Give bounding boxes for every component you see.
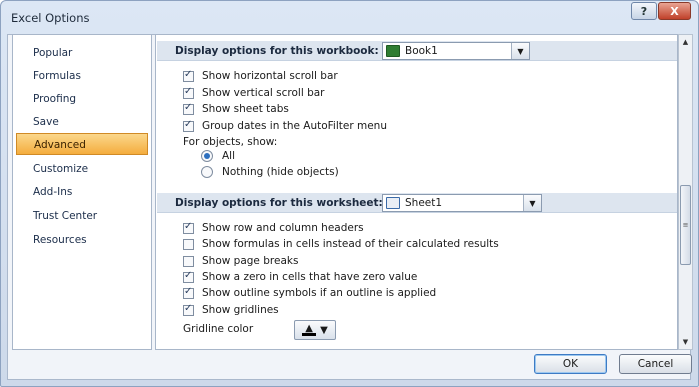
option-label: Show a zero in cells that have zero valu… [202,271,418,283]
nav-item-advanced[interactable]: Advanced [16,133,148,155]
worksheet-section-label: Display options for this worksheet: [175,197,383,209]
options-scrollbar[interactable]: ▲ ≡ ▼ [678,34,693,350]
advanced-options-panel: Display options for this workbook: Book1… [155,34,678,350]
option-row-column-headers[interactable]: Show row and column headers [183,220,364,236]
checkbox[interactable] [183,286,194,299]
excel-workbook-icon [386,45,400,57]
cancel-button[interactable]: Cancel [619,354,692,374]
radio-objects-nothing[interactable]: Nothing (hide objects) [201,164,339,180]
option-group-dates[interactable]: Group dates in the AutoFilter menu [183,118,387,134]
nav-item-customize[interactable]: Customize [16,158,148,180]
option-vertical-scroll-bar[interactable]: Show vertical scroll bar [183,85,325,101]
dialog-title: Excel Options [11,11,90,25]
help-button[interactable]: ? [631,2,657,20]
checkbox[interactable] [183,102,194,115]
workbook-select[interactable]: Book1 ▼ [382,42,530,60]
option-sheet-tabs[interactable]: Show sheet tabs [183,101,289,117]
option-label: Show horizontal scroll bar [202,70,338,82]
option-label: Show row and column headers [202,222,364,234]
option-label: Show page breaks [202,255,299,267]
nav-item-add-ins[interactable]: Add-Ins [16,181,148,203]
chevron-down-icon[interactable]: ▼ [523,195,541,211]
radio-button[interactable] [201,150,213,162]
option-zero-values[interactable]: Show a zero in cells that have zero valu… [183,269,417,285]
nav-item-popular[interactable]: Popular [16,42,148,64]
worksheet-icon [386,197,400,209]
close-button[interactable]: X [658,2,691,20]
ok-button[interactable]: OK [534,354,607,374]
checkbox[interactable] [183,119,194,132]
option-gridlines[interactable]: Show gridlines [183,302,279,318]
checkbox[interactable] [183,270,194,283]
option-horizontal-scroll-bar[interactable]: Show horizontal scroll bar [183,68,338,84]
nav-item-trust-center[interactable]: Trust Center [16,205,148,227]
scroll-down-arrow-icon[interactable]: ▼ [679,335,692,349]
radio-label: All [222,150,236,162]
chevron-down-icon: ▼ [320,324,328,336]
title-bar[interactable]: Excel Options ? X [1,1,698,35]
scroll-up-arrow-icon[interactable]: ▲ [679,35,692,49]
option-outline-symbols[interactable]: Show outline symbols if an outline is ap… [183,285,436,301]
workbook-section-label: Display options for this workbook: [175,45,379,57]
worksheet-display-section-header: Display options for this worksheet: Shee… [157,193,677,213]
options-category-list: Popular Formulas Proofing Save Advanced … [12,34,152,350]
objects-show-label: For objects, show: [183,136,278,148]
nav-item-formulas[interactable]: Formulas [16,65,148,87]
nav-item-resources[interactable]: Resources [16,229,148,251]
nav-item-proofing[interactable]: Proofing [16,88,148,110]
option-label: Show outline symbols if an outline is ap… [202,287,437,299]
checkbox[interactable] [183,221,194,234]
option-label: Show gridlines [202,304,279,316]
radio-button[interactable] [201,166,213,178]
option-label: Show formulas in cells instead of their … [202,238,499,250]
checkbox[interactable] [183,86,194,99]
checkbox[interactable] [183,238,194,250]
scrollbar-thumb[interactable]: ≡ [680,185,691,265]
chevron-down-icon[interactable]: ▼ [511,43,529,59]
paint-bucket-icon: ▲ [302,324,317,336]
option-label: Group dates in the AutoFilter menu [202,120,387,132]
gridline-color-label: Gridline color [183,323,254,335]
radio-label: Nothing (hide objects) [222,166,339,178]
nav-item-save[interactable]: Save [16,111,148,133]
radio-objects-all[interactable]: All [201,148,235,164]
option-page-breaks[interactable]: Show page breaks [183,253,298,269]
checkbox[interactable] [183,69,194,82]
worksheet-select[interactable]: Sheet1 ▼ [382,194,542,212]
option-show-formulas[interactable]: Show formulas in cells instead of their … [183,236,499,252]
checkbox[interactable] [183,303,194,316]
workbook-display-section-header: Display options for this workbook: Book1… [157,41,677,61]
gridline-color-row: Gridline color ▲ ▼ [183,320,336,340]
gridline-color-button[interactable]: ▲ ▼ [294,320,336,340]
workbook-select-value: Book1 [405,45,438,57]
option-label: Show vertical scroll bar [202,87,325,99]
checkbox[interactable] [183,255,194,267]
worksheet-select-value: Sheet1 [405,197,443,209]
option-label: Show sheet tabs [202,103,289,115]
